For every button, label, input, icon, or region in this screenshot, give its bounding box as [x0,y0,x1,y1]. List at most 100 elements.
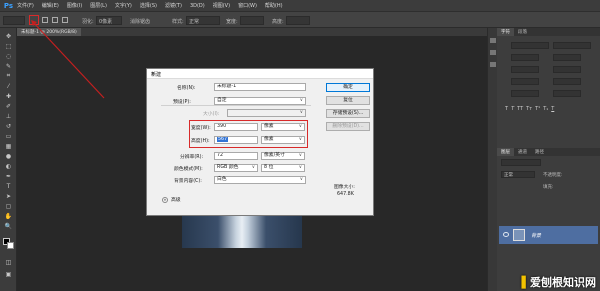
shape-tool-icon[interactable]: ▢ [4,202,13,210]
width-label: 宽度(W): [191,126,211,131]
watermark: ▌爱刨根知识网 [522,274,596,290]
gradient-tool-icon[interactable]: ▦ [4,142,13,150]
menu-edit[interactable]: 编辑(E) [42,2,59,9]
color-mode-select[interactable]: RGB 颜色 ∨ [214,164,258,172]
background-content-select[interactable]: 白色 ∨ [214,176,306,184]
leading-input[interactable] [553,54,581,61]
menu-3d[interactable]: 3D(D) [190,3,205,9]
layer-row-background[interactable]: 背景 [499,226,598,244]
adjust-panel-icon[interactable] [490,62,496,67]
height-value-selected: 567 [217,137,229,142]
hand-tool-icon[interactable]: ✋ [4,212,13,220]
tab-channels[interactable]: 通道 [514,148,531,156]
width-unit-select[interactable]: 像素 ∨ [261,123,305,131]
eyedropper-tool-icon[interactable]: ⁄ [4,82,13,90]
layer-filter-select[interactable] [501,159,541,166]
visibility-eye-icon[interactable] [503,232,509,237]
size-select[interactable]: ∨ [227,109,306,117]
new-selection-icon[interactable] [29,15,39,25]
menu-layer[interactable]: 图层(L) [90,2,107,9]
brush-tool-icon[interactable]: ✐ [4,102,13,110]
font-family-select[interactable] [511,42,549,49]
menu-type[interactable]: 文字(Y) [115,2,132,9]
style-select[interactable]: 正常 [186,16,220,25]
resolution-field[interactable]: 72 [214,152,258,160]
tab-character[interactable]: 字符 [497,28,514,36]
all-caps-icon[interactable]: TT [517,106,523,112]
eraser-tool-icon[interactable]: ▭ [4,132,13,140]
scale-input[interactable] [511,78,539,85]
tab-paths[interactable]: 路径 [531,148,548,156]
subscript-icon[interactable]: T₁ [543,106,548,112]
small-caps-icon[interactable]: Tт [526,106,532,112]
menu-filter[interactable]: 滤镜(T) [165,2,182,9]
quick-select-tool-icon[interactable]: ✎ [4,62,13,70]
superscript-icon[interactable]: T¹ [535,106,540,112]
width-field[interactable]: 390 [214,123,258,131]
menu-select[interactable]: 选择(S) [140,2,157,9]
color-depth-select[interactable]: 8 位 ∨ [261,164,305,172]
height-input[interactable] [286,16,310,25]
pen-tool-icon[interactable]: ✒ [4,172,13,180]
tracking-input[interactable] [553,66,581,73]
faux-italic-icon[interactable]: T [511,106,514,112]
healing-tool-icon[interactable]: ✚ [4,92,13,100]
vertical-scale-input[interactable] [511,90,539,97]
resolution-unit-select[interactable]: 像素/英寸 ∨ [261,152,305,160]
path-select-tool-icon[interactable]: ➤ [4,192,13,200]
blur-tool-icon[interactable]: ● [4,152,13,160]
color-input[interactable] [553,90,581,97]
delete-preset-button[interactable]: 删除预设(D)... [326,122,370,131]
stamp-tool-icon[interactable]: ⊥ [4,112,13,120]
kerning-input[interactable] [511,66,539,73]
preset-select[interactable]: 自定 ∨ [214,97,306,105]
width-input[interactable] [240,16,264,25]
type-tool-icon[interactable]: T [4,182,13,190]
feather-label: 羽化: [82,19,94,25]
type-style-buttons: T T TT Tт T¹ T₁ T [505,106,593,112]
close-icon[interactable]: ✕ [151,71,369,77]
underline-icon[interactable]: T [551,106,554,112]
history-panel-icon[interactable] [490,38,496,43]
properties-panel-icon[interactable] [490,50,496,55]
lasso-tool-icon[interactable]: ◌ [4,52,13,60]
name-field[interactable]: 未标题-1 [214,83,306,91]
tab-layers[interactable]: 图层 [497,148,514,156]
menu-help[interactable]: 帮助(H) [265,2,283,9]
subtract-selection-icon[interactable] [52,17,58,23]
save-preset-button[interactable]: 存储预设(S)... [326,109,370,118]
font-style-select[interactable] [553,42,591,49]
chevron-down-icon: ∨ [298,165,302,170]
advanced-toggle[interactable]: » 高级 [162,196,181,203]
tab-paragraph[interactable]: 段落 [514,28,531,36]
layers-panel-tabs: 图层 通道 路径 [497,148,600,156]
add-selection-icon[interactable] [42,17,48,23]
faux-bold-icon[interactable]: T [505,106,508,112]
move-tool-icon[interactable]: ✥ [4,32,13,40]
menu-window[interactable]: 窗口(W) [238,2,257,9]
marquee-tool-icon[interactable]: ⬚ [4,42,13,50]
reset-button[interactable]: 复位 [326,96,370,105]
screen-mode-icon[interactable]: ▣ [4,270,13,278]
menu-file[interactable]: 文件(F) [17,2,34,9]
feather-input[interactable]: 0像素 [96,16,122,25]
blend-mode-select[interactable]: 正常 [501,171,535,178]
history-brush-tool-icon[interactable]: ↺ [4,122,13,130]
height-unit-select[interactable]: 像素 ∨ [261,136,305,144]
antialias-checkbox[interactable]: 消除锯齿 [130,18,150,25]
quick-mask-icon[interactable]: ◫ [4,258,13,266]
height-field[interactable]: 567 [214,136,258,144]
menu-view[interactable]: 视图(V) [213,2,230,9]
menu-image[interactable]: 图像(I) [67,2,82,9]
document-tab[interactable]: 未标题-1 @ 200%(RGB/8) [17,28,81,36]
background-color-swatch[interactable] [7,242,14,249]
baseline-input[interactable] [553,78,581,85]
crop-tool-icon[interactable]: ⌗ [4,72,13,80]
font-size-input[interactable] [511,54,539,61]
ok-button[interactable]: 确定 [326,83,370,92]
intersect-selection-icon[interactable] [62,17,68,23]
dodge-tool-icon[interactable]: ◐ [4,162,13,170]
zoom-tool-icon[interactable]: 🔍 [4,222,13,230]
size-label: 大小(I): [203,112,220,117]
tool-preset-picker[interactable] [3,16,25,25]
